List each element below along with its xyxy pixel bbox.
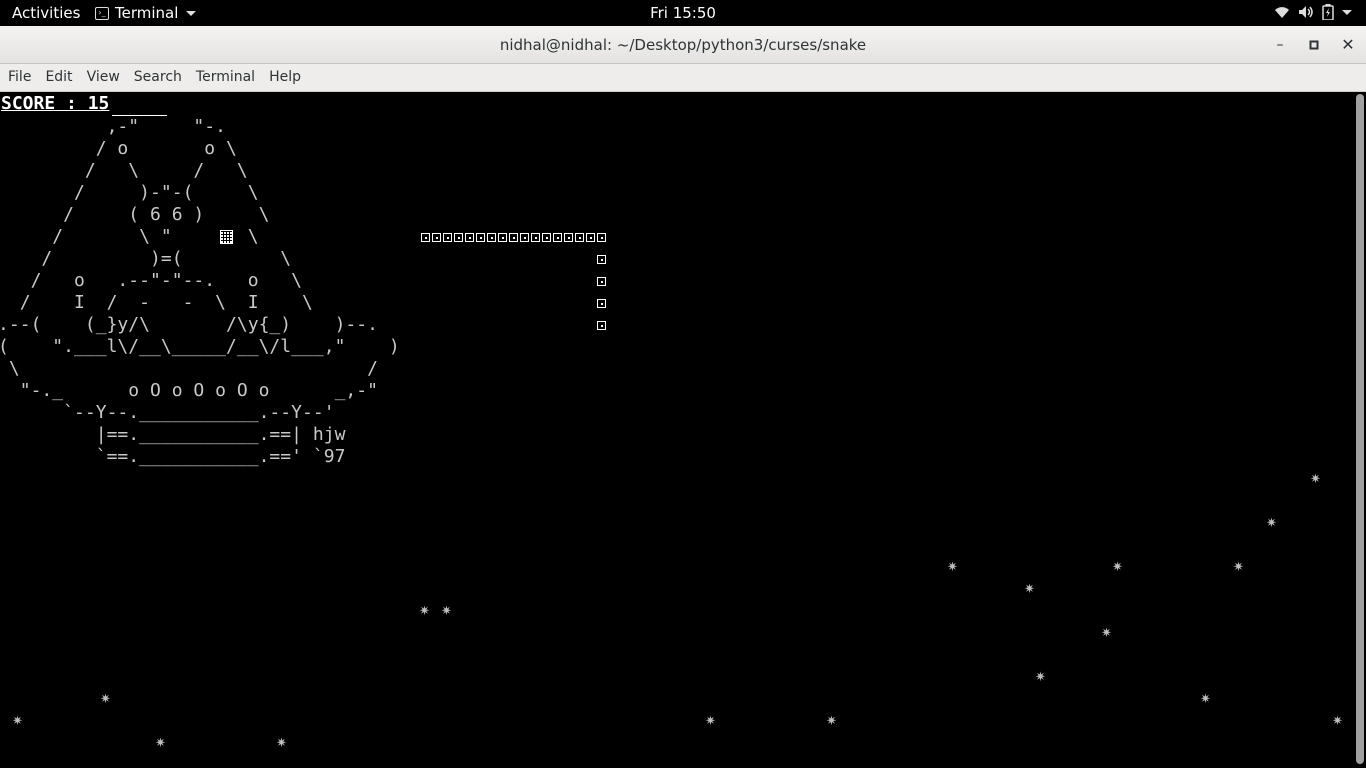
- snake-segment: [520, 233, 529, 242]
- snake-segment: [597, 233, 606, 242]
- star-icon: ✷: [1035, 670, 1046, 685]
- star-icon: ✷: [826, 714, 837, 729]
- scrollbar[interactable]: [1354, 92, 1366, 768]
- snake-segment: [553, 233, 562, 242]
- menubar: File Edit View Search Terminal Help: [0, 64, 1366, 92]
- scrollbar-thumb[interactable]: [1356, 94, 1364, 764]
- window-title: nidhal@nidhal: ~/Desktop/python3/curses/…: [499, 36, 867, 54]
- menu-help[interactable]: Help: [262, 64, 308, 91]
- menu-terminal[interactable]: Terminal: [189, 64, 262, 91]
- star-icon: ✷: [1200, 692, 1211, 707]
- menu-file[interactable]: File: [0, 64, 38, 91]
- maximize-button[interactable]: [1304, 35, 1324, 55]
- star-icon: ✷: [1112, 560, 1123, 575]
- system-menu-caret-icon: [1342, 9, 1352, 15]
- snake-segment: [564, 233, 573, 242]
- gnome-top-bar: Activities ›_ Terminal Fri 15:50: [0, 0, 1366, 26]
- star-icon: ✷: [1332, 714, 1343, 729]
- window-titlebar[interactable]: nidhal@nidhal: ~/Desktop/python3/curses/…: [0, 26, 1366, 64]
- star-icon: ✷: [705, 714, 716, 729]
- app-menu[interactable]: ›_ Terminal: [95, 4, 197, 22]
- star-icon: ✷: [1266, 516, 1277, 531]
- menu-search[interactable]: Search: [127, 64, 189, 91]
- star-icon: ✷: [1101, 626, 1112, 641]
- star-icon: ✷: [1024, 582, 1035, 597]
- snake-segment: [465, 233, 474, 242]
- terminal-viewport[interactable]: SCORE : 15 ,-" "-. / o o \ / \ / \ / )-"…: [0, 92, 1354, 768]
- snake-segment: [597, 255, 606, 264]
- app-menu-label: Terminal: [115, 4, 179, 22]
- battery-icon: [1322, 4, 1334, 20]
- chevron-down-icon: [186, 10, 197, 16]
- snake-segment: [443, 233, 452, 242]
- snake-segment: [498, 233, 507, 242]
- clock-container: Fri 15:50: [0, 4, 1366, 22]
- snake-segment: [421, 233, 430, 242]
- star-icon: ✷: [276, 736, 287, 751]
- star-icon: ✷: [155, 736, 166, 751]
- snake-segment: [575, 233, 584, 242]
- maximize-icon: [1309, 40, 1319, 50]
- star-icon: ✷: [1310, 472, 1321, 487]
- menu-view[interactable]: View: [80, 64, 127, 91]
- star-icon: ✷: [419, 604, 430, 619]
- system-tray[interactable]: [1274, 4, 1352, 20]
- terminal-icon: ›_: [95, 6, 109, 20]
- clock[interactable]: Fri 15:50: [650, 4, 716, 22]
- volume-icon: [1299, 6, 1313, 18]
- snake-segment: [597, 299, 606, 308]
- food-block: [220, 230, 233, 244]
- minimize-button[interactable]: –: [1270, 35, 1290, 55]
- snake-segment: [597, 277, 606, 286]
- snake-segment: [531, 233, 540, 242]
- snake-segment: [487, 233, 496, 242]
- snake-segment: [432, 233, 441, 242]
- star-icon: ✷: [1233, 560, 1244, 575]
- menu-edit[interactable]: Edit: [38, 64, 79, 91]
- snake-segment: [542, 233, 551, 242]
- star-icon: ✷: [947, 560, 958, 575]
- ascii-art-banner: ,-" "-. / o o \ / \ / \ / )-"-( \ / ( 6 …: [0, 116, 400, 467]
- snake-segment: [586, 233, 595, 242]
- star-icon: ✷: [100, 692, 111, 707]
- snake-segment: [476, 233, 485, 242]
- snake-segment: [454, 233, 463, 242]
- star-icon: ✷: [12, 714, 23, 729]
- wifi-icon: [1275, 7, 1289, 18]
- score-label: SCORE : 15: [1, 93, 110, 114]
- snake-segment: [597, 321, 606, 330]
- close-button[interactable]: ✕: [1338, 35, 1358, 55]
- star-icon: ✷: [441, 604, 452, 619]
- snake-segment: [509, 233, 518, 242]
- activities-button[interactable]: Activities: [12, 4, 80, 22]
